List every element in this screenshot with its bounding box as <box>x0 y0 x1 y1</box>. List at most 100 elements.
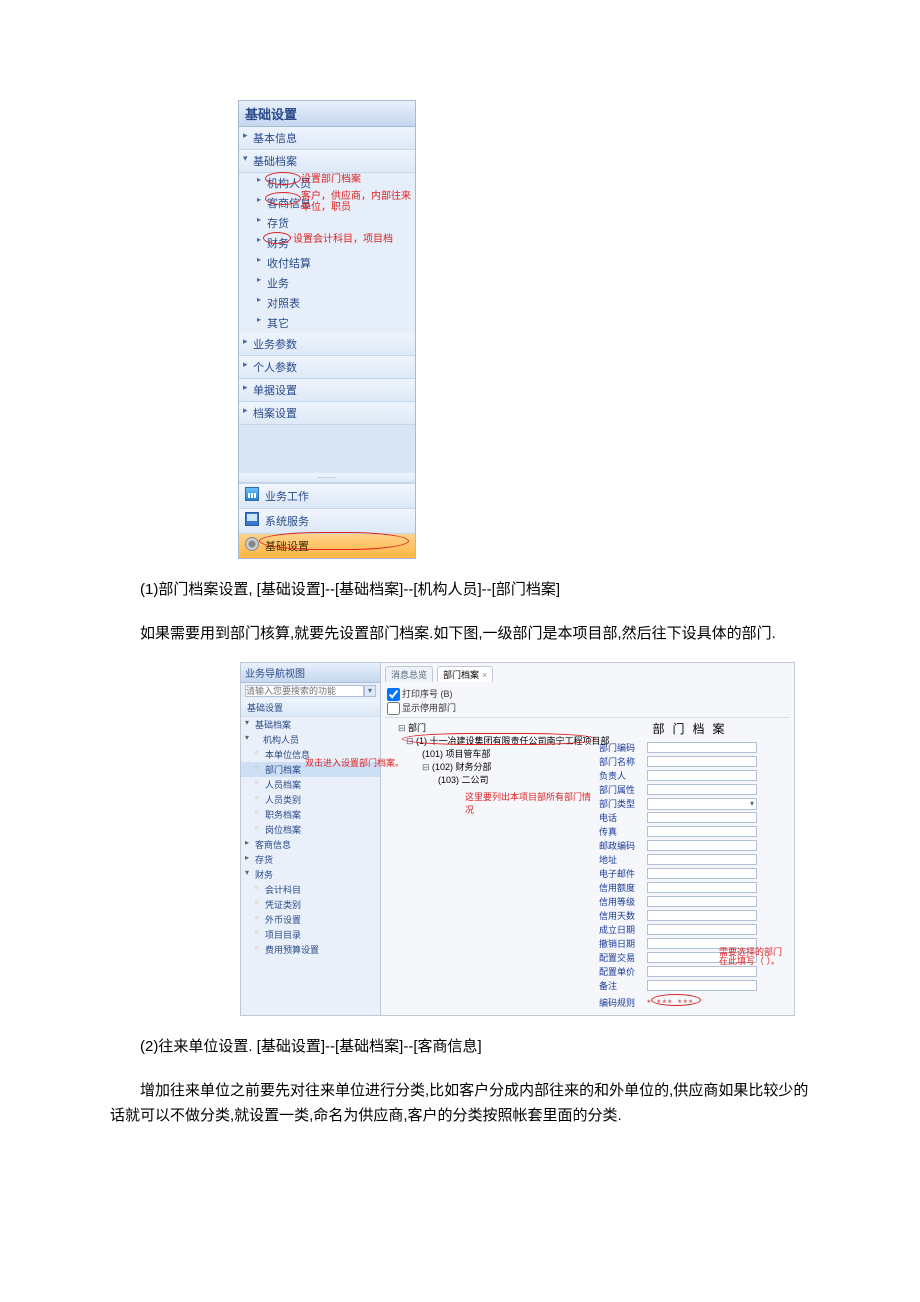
nav-customer-supplier[interactable]: 客商信息 客户，供应商，内部往来单位，职员 <box>239 193 415 213</box>
p2-dept-tree: 部门 (1) 十一冶建设集团有限责任公司南宁工程项目部 (101) 项目管车部 … <box>385 718 595 1012</box>
lbl-fax: 传真 <box>599 825 647 838</box>
p2-left-title: 业务导航视图 <box>241 663 380 683</box>
inp-remark[interactable] <box>647 980 757 991</box>
nav-biz-params[interactable]: 业务参数 <box>239 333 415 356</box>
nav-basic-archive[interactable]: 基础档案 <box>239 150 415 173</box>
chk-print-seq-input[interactable] <box>387 688 400 701</box>
btn-basic-settings[interactable]: 基础设置 <box>239 533 415 558</box>
red-circle-icon <box>263 232 291 244</box>
lbl-cancel-date: 撤销日期 <box>599 937 647 950</box>
chk-print-seq[interactable]: 打印序号 (B) <box>387 687 788 701</box>
nav-personal-params[interactable]: 个人参数 <box>239 356 415 379</box>
p2-li-customer-info[interactable]: 客商信息 <box>241 837 380 852</box>
chk-show-disabled[interactable]: 显示停用部门 <box>387 701 788 715</box>
tree-n1b[interactable]: (102) 财务分部 <box>388 760 592 773</box>
inp-manager[interactable] <box>647 770 757 781</box>
dropdown-icon[interactable]: ▾ <box>364 685 376 697</box>
p2-li-voucher-type[interactable]: 凭证类别 <box>241 897 380 912</box>
inp-phone[interactable] <box>647 812 757 823</box>
tree-n1[interactable]: (1) 十一冶建设集团有限责任公司南宁工程项目部 <box>388 734 592 747</box>
inp-dept-attr[interactable] <box>647 784 757 795</box>
inp-postal[interactable] <box>647 840 757 851</box>
chk-show-disabled-input[interactable] <box>387 702 400 715</box>
lbl-email: 电子邮件 <box>599 867 647 880</box>
p2-li-basic-archive[interactable]: 基础档案 <box>241 717 380 732</box>
inp-found-date[interactable] <box>647 924 757 935</box>
nav-inventory[interactable]: 存货 <box>239 213 415 233</box>
lbl-phone: 电话 <box>599 811 647 824</box>
inp-dept-code[interactable] <box>647 742 757 753</box>
tab-dept-archive[interactable]: 部门档案× <box>437 666 493 682</box>
lbl-credit-days: 信用天数 <box>599 909 647 922</box>
nav-payment[interactable]: 收付结算 <box>239 253 415 273</box>
btn-sys-service[interactable]: 系统服务 <box>239 508 415 533</box>
p2-li-foreign[interactable]: 外币设置 <box>241 912 380 927</box>
p2-search-input[interactable] <box>245 685 364 697</box>
lbl-dept-name: 部门名称 <box>599 755 647 768</box>
chk-show-disabled-label: 显示停用部门 <box>402 703 456 713</box>
p2-li-title-archive[interactable]: 职务档案 <box>241 807 380 822</box>
p2-li-dept-archive-label: 部门档案 <box>265 765 301 775</box>
nav-compare-table[interactable]: 对照表 <box>239 293 415 313</box>
lbl-found-date: 成立日期 <box>599 923 647 936</box>
panel1-title: 基础设置 <box>239 101 415 127</box>
inp-dept-name[interactable] <box>647 756 757 767</box>
inp-config-price[interactable] <box>647 966 757 977</box>
anno-tree: 这里要列出本项目部所有部门情况 <box>465 790 595 816</box>
inp-fax[interactable] <box>647 826 757 837</box>
anno-dbclick-dept: 双击进入设置部门档案。 <box>305 756 404 769</box>
nav-finance[interactable]: 财务 设置会计科目，项目档 <box>239 233 415 253</box>
inp-address[interactable] <box>647 854 757 865</box>
anno-config-trade: 需要选择的部门在此填写（ ）。 <box>719 948 789 966</box>
p2-li-project-dir[interactable]: 项目目录 <box>241 927 380 942</box>
para-2: 如果需要用到部门核算,就要先设置部门档案.如下图,一级部门是本项目部,然后往下设… <box>110 621 810 647</box>
anno-customer: 客户，供应商，内部往来单位，职员 <box>301 191 415 213</box>
inp-credit-amt[interactable] <box>647 882 757 893</box>
p2-li-inventory[interactable]: 存货 <box>241 852 380 867</box>
btn-biz-work-label: 业务工作 <box>265 491 309 503</box>
p2-li-person-archive[interactable]: 人员档案 <box>241 777 380 792</box>
monitor-icon <box>245 512 259 526</box>
gear-icon <box>245 537 259 551</box>
p2-tabs: 消息总览 部门档案× <box>385 666 790 682</box>
p2-li-person-type[interactable]: 人员类别 <box>241 792 380 807</box>
lbl-credit-lvl: 信用等级 <box>599 895 647 908</box>
chk-print-seq-label: 打印序号 (B) <box>402 689 453 699</box>
panel-basic-settings: 基础设置 基本信息 基础档案 机构人员 设置部门档案 客商信息 客户，供应商，内… <box>238 100 416 559</box>
inp-credit-lvl[interactable] <box>647 896 757 907</box>
tab-msg-overview[interactable]: 消息总览 <box>385 666 433 682</box>
p2-li-finance[interactable]: 财务 <box>241 867 380 882</box>
nav-business[interactable]: 业务 <box>239 273 415 293</box>
tree-n1c[interactable]: (103) 二公司 <box>388 773 592 786</box>
sel-dept-type[interactable] <box>647 798 757 810</box>
para-3: (2)往来单位设置. [基础设置]--[基础档案]--[客商信息] <box>110 1034 810 1060</box>
p2-li-org-person[interactable]: 机构人员 <box>241 732 380 747</box>
lbl-postal: 邮政编码 <box>599 839 647 852</box>
lbl-remark: 备注 <box>599 979 647 992</box>
lbl-credit-amt: 信用额度 <box>599 881 647 894</box>
nav-doc-settings[interactable]: 单据设置 <box>239 379 415 402</box>
tree-n1a[interactable]: (101) 项目管车部 <box>388 747 592 760</box>
panel-dept-archive-view: 业务导航视图 ▾ 基础设置 基础档案 机构人员 本单位信息 部门档案 人员档案 … <box>240 662 795 1016</box>
nav-archive-settings[interactable]: 档案设置 <box>239 402 415 425</box>
lbl-config-price: 配置单价 <box>599 965 647 978</box>
nav-basic-info[interactable]: 基本信息 <box>239 127 415 150</box>
para-1: (1)部门档案设置, [基础设置]--[基础档案]--[机构人员]--[部门档案… <box>110 577 810 603</box>
p2-form-title: 部门档案 <box>599 720 786 737</box>
inp-email[interactable] <box>647 868 757 879</box>
red-oval-icon <box>259 532 409 550</box>
para-4: 增加往来单位之前要先对往来单位进行分类,比如客户分成内部往来的和外单位的,供应商… <box>110 1078 810 1129</box>
lbl-address: 地址 <box>599 853 647 866</box>
lbl-code-rule: 编码规则 <box>599 996 647 1009</box>
p2-li-budget[interactable]: 费用预算设置 <box>241 942 380 957</box>
anno-dept-archive: 设置部门档案 <box>301 174 361 185</box>
nav-org-person[interactable]: 机构人员 设置部门档案 <box>239 173 415 193</box>
nav-other[interactable]: 其它 <box>239 313 415 333</box>
lbl-config-trade: 配置交易 <box>599 951 647 964</box>
p2-li-account[interactable]: 会计科目 <box>241 882 380 897</box>
btn-biz-work[interactable]: 业务工作 <box>239 483 415 508</box>
inp-credit-days[interactable] <box>647 910 757 921</box>
p2-li-post-archive[interactable]: 岗位档案 <box>241 822 380 837</box>
p2-left-nav: 业务导航视图 ▾ 基础设置 基础档案 机构人员 本单位信息 部门档案 人员档案 … <box>241 663 381 1015</box>
close-icon[interactable]: × <box>482 670 487 680</box>
